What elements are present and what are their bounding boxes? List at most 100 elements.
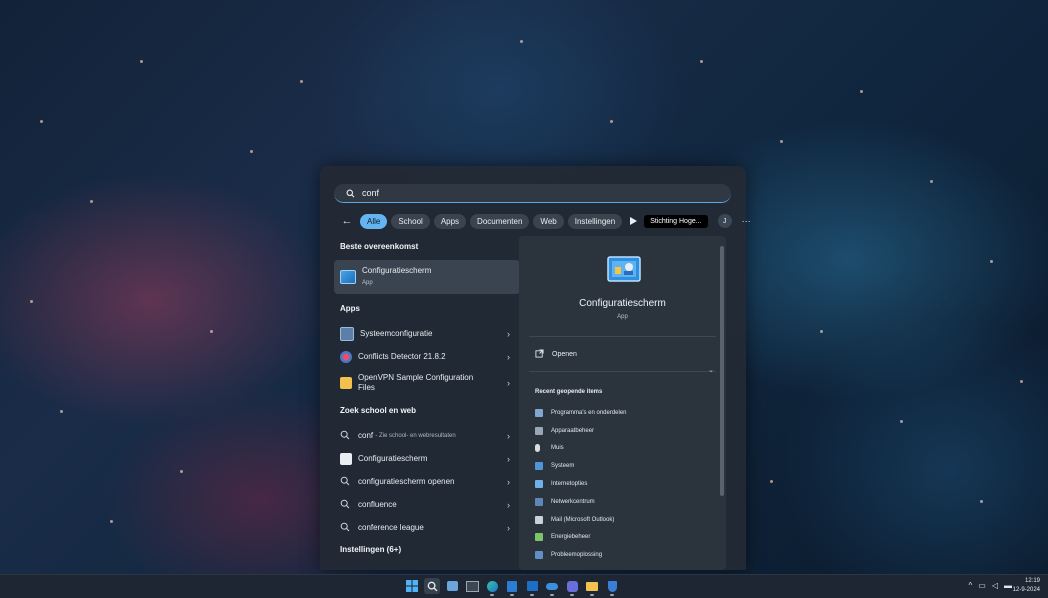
scrollbar[interactable]	[720, 238, 724, 568]
search-icon[interactable]	[424, 578, 440, 594]
section-settings: Instellingen (6+)	[340, 545, 402, 554]
tab-school[interactable]: School	[391, 213, 430, 229]
open-external-icon	[535, 349, 544, 360]
results-list: Beste overeenkomst Configuratiescherm Ap…	[334, 236, 520, 563]
open-label: Openen	[552, 351, 577, 358]
preview-pane: Configuratiescherm App Openen ⌄ Recent g…	[519, 236, 726, 570]
more-options-icon[interactable]: ···	[742, 216, 751, 226]
app-label: OpenVPN Sample Configuration Files	[358, 373, 474, 392]
clock-date: 12-9-2024	[1012, 587, 1040, 593]
system-tray: ^ ▭ ◁ ▬	[969, 581, 1012, 590]
control-panel-icon	[340, 452, 352, 465]
divider	[529, 336, 716, 337]
security-shield-icon[interactable]	[604, 578, 620, 596]
divider	[529, 371, 716, 372]
recent-item[interactable]: Energiebeheer	[535, 529, 715, 547]
best-match-title: Configuratiescherm	[362, 266, 432, 275]
taskbar: ^ ▭ ◁ ▬ 12:19 12-9-2024	[0, 574, 1048, 598]
file-explorer-icon[interactable]	[584, 578, 600, 596]
chevron-right-icon: ›	[507, 499, 510, 510]
recent-item-label: Apparaatbeheer	[551, 427, 595, 434]
recent-item[interactable]: Internetopties	[535, 475, 715, 493]
web-label: confluence	[358, 500, 397, 509]
battery-icon[interactable]: ▬	[1004, 581, 1012, 590]
tab-apps[interactable]: Apps	[433, 213, 467, 229]
web-item-configuratiescherm[interactable]: Configuratiescherm ›	[334, 447, 520, 470]
recent-item[interactable]: Netwerkcentrum	[535, 493, 715, 511]
system-icon	[535, 462, 543, 471]
app-item-openvpn[interactable]: OpenVPN Sample Configuration Files ›	[334, 368, 520, 398]
internet-options-icon	[535, 480, 543, 489]
search-input[interactable]	[360, 187, 724, 199]
app-item-systeemconfiguratie[interactable]: Systeemconfiguratie ›	[334, 322, 520, 345]
edge-browser-icon[interactable]	[484, 578, 500, 596]
web-label: configuratiescherm openen	[358, 477, 455, 486]
troubleshoot-icon	[535, 551, 543, 560]
clock-time: 12:19	[1024, 578, 1040, 584]
recent-item-label: Programma's en onderdelen	[551, 409, 627, 416]
search-icon	[340, 430, 352, 442]
device-manager-icon	[535, 426, 543, 435]
search-box[interactable]	[334, 184, 731, 203]
mouse-icon	[535, 444, 540, 453]
open-action[interactable]: Openen	[535, 349, 577, 360]
more-tabs-arrow-icon[interactable]	[626, 212, 640, 230]
organization-badge[interactable]: Stichting Hoge...	[644, 214, 708, 228]
web-item-confluence[interactable]: confluence ›	[334, 493, 520, 516]
web-query-hint: - Zie school- en webresultaten	[375, 432, 456, 439]
tab-documenten[interactable]: Documenten	[470, 213, 530, 229]
recent-items-list: Programma's en onderdelen Apparaatbeheer…	[535, 404, 715, 564]
recent-item[interactable]: Programma's en onderdelen	[535, 404, 715, 422]
search-icon	[340, 499, 352, 511]
word-icon[interactable]	[504, 578, 520, 596]
outlook-icon[interactable]	[524, 578, 540, 596]
search-icon	[342, 185, 358, 201]
recent-item-label: Internetopties	[551, 481, 588, 488]
recent-item[interactable]: Probleemoplossing	[535, 546, 715, 564]
section-best-match: Beste overeenkomst	[340, 242, 419, 251]
web-item-openen[interactable]: configuratiescherm openen ›	[334, 470, 520, 493]
section-apps: Apps	[340, 304, 360, 313]
web-item-conference-league[interactable]: conference league ›	[334, 516, 520, 539]
tab-alle[interactable]: Alle	[360, 213, 388, 229]
onedrive-icon[interactable]	[544, 578, 560, 596]
web-query: conf	[358, 431, 374, 440]
tab-instellingen[interactable]: Instellingen	[567, 213, 623, 229]
best-match-item[interactable]: Configuratiescherm App	[334, 260, 520, 294]
recent-item-label: Probleemoplossing	[551, 552, 603, 559]
recent-item[interactable]: Systeem	[535, 457, 715, 475]
search-icon	[340, 522, 352, 534]
scrollbar-thumb[interactable]	[720, 246, 724, 496]
control-panel-icon	[340, 270, 356, 284]
preview-title: Configuratiescherm	[579, 298, 666, 309]
task-view-icon[interactable]	[444, 578, 460, 594]
windows-start-icon[interactable]	[404, 578, 420, 594]
search-icon	[340, 476, 352, 488]
recent-item[interactable]: Apparaatbeheer	[535, 422, 715, 440]
mail-icon	[535, 515, 543, 524]
app-item-conflicts-detector[interactable]: Conflicts Detector 21.8.2 ›	[334, 345, 520, 368]
clock[interactable]: 12:19 12-9-2024	[1013, 577, 1040, 595]
volume-icon[interactable]: ◁	[992, 581, 998, 590]
chevron-up-icon[interactable]: ^	[969, 581, 973, 590]
terminal-icon[interactable]	[464, 578, 480, 594]
recent-item-label: Netwerkcentrum	[551, 498, 595, 505]
web-label: conference league	[358, 523, 424, 532]
back-arrow-icon[interactable]: ←	[338, 212, 356, 230]
display-icon[interactable]: ▭	[978, 581, 986, 590]
chevron-down-icon[interactable]: ⌄	[708, 366, 714, 374]
web-label: Configuratiescherm	[358, 454, 428, 463]
web-item-conf[interactable]: conf - Zie school- en webresultaten ›	[334, 424, 520, 447]
best-match-type: App	[362, 280, 373, 286]
control-panel-large-icon	[607, 256, 641, 284]
chevron-right-icon: ›	[507, 351, 510, 362]
chevron-right-icon: ›	[507, 453, 510, 464]
teams-icon[interactable]	[564, 578, 580, 596]
recent-item[interactable]: Muis	[535, 440, 715, 458]
chevron-right-icon: ›	[507, 430, 510, 441]
recent-item-label: Systeem	[551, 463, 575, 470]
avatar[interactable]: J	[717, 214, 732, 228]
tab-web[interactable]: Web	[533, 213, 564, 229]
network-icon	[535, 497, 543, 506]
recent-item[interactable]: Mail (Microsoft Outlook)	[535, 511, 715, 529]
